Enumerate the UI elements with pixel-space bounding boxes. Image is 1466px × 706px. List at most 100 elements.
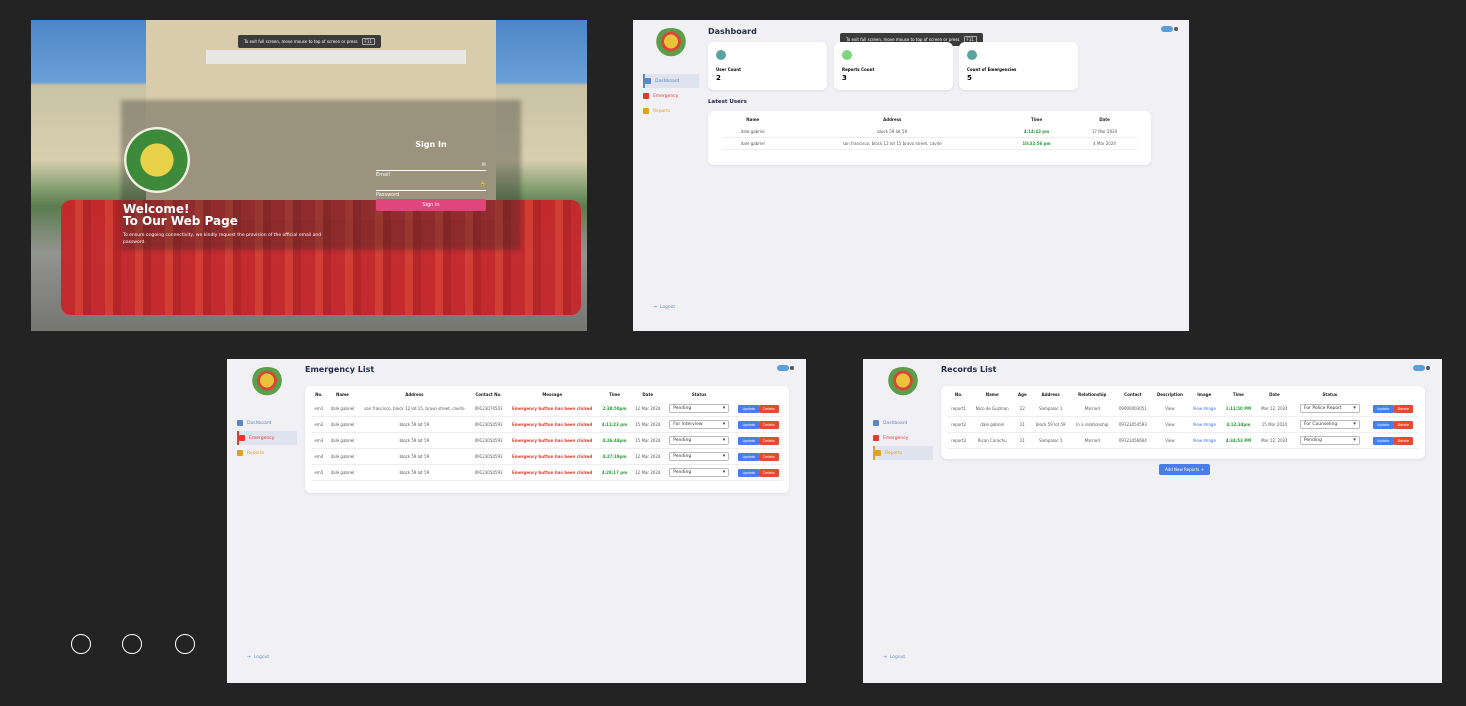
page-title: Emergency List bbox=[305, 365, 375, 374]
sidebar-item-reports[interactable]: Reports bbox=[643, 104, 670, 118]
column-header: Address bbox=[883, 117, 902, 122]
alarm-icon bbox=[643, 93, 649, 99]
delete-button[interactable]: Delete bbox=[759, 420, 779, 429]
column-header: Status bbox=[1322, 392, 1338, 397]
theme-toggle[interactable] bbox=[777, 365, 794, 371]
update-button[interactable]: Update bbox=[738, 420, 760, 429]
records-panel: Dashboard Emergency Reports ⇥ Logout Rec… bbox=[863, 359, 1442, 683]
stat-label: Count of Emergencies bbox=[967, 67, 1017, 72]
status-select[interactable]: Pending bbox=[669, 452, 730, 461]
update-button[interactable]: Update bbox=[1372, 420, 1394, 429]
alarm-icon bbox=[239, 435, 245, 441]
sidebar-item-dashboard[interactable]: Dashboard bbox=[873, 416, 907, 430]
sidebar-item-dashboard[interactable]: Dashboard bbox=[237, 416, 271, 430]
column-header: Contact bbox=[1124, 392, 1142, 397]
delete-button[interactable]: Delete bbox=[759, 452, 779, 461]
carousel-dot[interactable] bbox=[71, 634, 91, 654]
logout-label: Logout bbox=[659, 305, 676, 310]
update-button[interactable]: Update bbox=[1372, 404, 1394, 413]
logout-link[interactable]: ⇥ Logout bbox=[247, 655, 269, 660]
latest-users-title: Latest Users bbox=[708, 99, 747, 105]
stat-card-emergencies: Count of Emergencies 5 bbox=[959, 42, 1078, 90]
theme-toggle[interactable] bbox=[1413, 365, 1430, 371]
password-field[interactable]: Password 🔒 bbox=[376, 181, 486, 198]
sidebar-item-emergency[interactable]: Emergency bbox=[873, 431, 908, 445]
lock-icon: 🔒 bbox=[479, 181, 486, 187]
column-header: Address bbox=[1041, 392, 1060, 397]
view-description-link[interactable]: View bbox=[1151, 401, 1188, 417]
sidebar-item-emergency[interactable]: Emergency bbox=[643, 89, 678, 103]
column-header: Time bbox=[609, 392, 620, 397]
status-select[interactable]: For interview bbox=[669, 420, 730, 429]
column-header: Name bbox=[746, 117, 760, 122]
sidebar-item-label: Emergency bbox=[883, 435, 909, 441]
update-button[interactable]: Update bbox=[738, 436, 760, 445]
status-select[interactable]: Pending bbox=[1299, 436, 1360, 445]
table-row: em4 dale gabriel block 59 lot 59 0912305… bbox=[311, 448, 783, 465]
sidebar: Dashboard Emergency Reports ⇥ Logout bbox=[227, 359, 302, 683]
emergency-panel: Dashboard Emergency Reports ⇥ Logout Eme… bbox=[227, 359, 806, 683]
update-button[interactable]: Update bbox=[738, 404, 760, 413]
signin-form: Sign In Email ✉ Password 🔒 Sign In bbox=[376, 140, 486, 220]
carousel-dot[interactable] bbox=[122, 634, 142, 654]
delete-button[interactable]: Delete bbox=[1393, 420, 1414, 429]
view-description-link[interactable]: View bbox=[1151, 432, 1188, 449]
stat-value: 2 bbox=[716, 74, 721, 82]
delete-button[interactable]: Delete bbox=[759, 404, 779, 413]
view-image-link[interactable]: View Image bbox=[1187, 432, 1221, 449]
folder-icon bbox=[875, 450, 881, 456]
sidebar: Dashboard Emergency Reports ⇥ Logout bbox=[863, 359, 938, 683]
column-header: Name bbox=[985, 392, 999, 397]
view-description-link[interactable]: View bbox=[1151, 416, 1188, 433]
update-button[interactable]: Update bbox=[738, 452, 760, 461]
column-header: No. bbox=[954, 392, 963, 397]
email-field[interactable]: Email ✉ bbox=[376, 161, 486, 178]
logout-link[interactable]: ⇥ Logout bbox=[883, 655, 905, 660]
login-panel: Welcome! To Our Web Page To ensure ongoi… bbox=[31, 20, 587, 331]
sidebar-item-reports[interactable]: Reports bbox=[873, 446, 933, 460]
column-header: Contact No. bbox=[475, 392, 502, 397]
stat-card-reports: Reports Count 3 bbox=[834, 42, 953, 90]
sidebar-item-label: Emergency bbox=[249, 435, 275, 441]
page-title: Dashboard bbox=[708, 27, 757, 36]
sidebar-item-reports[interactable]: Reports bbox=[237, 446, 264, 460]
status-select[interactable]: Pending bbox=[669, 468, 730, 477]
add-report-button[interactable]: Add New Reports + bbox=[1159, 464, 1210, 475]
status-select[interactable]: For Counseling bbox=[1299, 420, 1360, 429]
grid-icon bbox=[645, 78, 651, 84]
logout-link[interactable]: ⇥ Logout bbox=[653, 305, 675, 310]
theme-toggle[interactable] bbox=[1161, 26, 1178, 32]
column-header: Date bbox=[642, 392, 654, 397]
table-row: em3 dale gabriel block 59 lot 59 0912305… bbox=[311, 432, 783, 449]
sidebar-item-label: Reports bbox=[247, 450, 265, 456]
app-logo bbox=[249, 367, 285, 397]
sidebar-item-dashboard[interactable]: Dashboard bbox=[643, 74, 699, 88]
delete-button[interactable]: Delete bbox=[1393, 436, 1414, 445]
signin-button[interactable]: Sign In bbox=[376, 199, 486, 211]
view-image-link[interactable]: View Image bbox=[1187, 416, 1221, 433]
table-row: report2 dale gabriel 21 block 59 lot 59 … bbox=[947, 416, 1419, 433]
building-roof bbox=[206, 50, 466, 64]
status-select[interactable]: Pending bbox=[669, 404, 730, 413]
column-header: Date bbox=[1269, 392, 1280, 397]
stat-value: 5 bbox=[967, 74, 972, 82]
carousel-dot[interactable] bbox=[175, 634, 195, 654]
stat-label: Reports Count bbox=[842, 67, 875, 72]
status-select[interactable]: For Police Report bbox=[1299, 404, 1360, 413]
table-row: em5 dale gabriel block 59 lot 59 0912305… bbox=[311, 464, 783, 481]
update-button[interactable]: Update bbox=[738, 468, 760, 477]
sidebar: Dashboard Emergency Reports ⇥ Logout bbox=[633, 20, 703, 331]
table-row: report3 Rican Carachu 21 Sampaloc 1 Marr… bbox=[947, 432, 1419, 449]
column-header: Age bbox=[1018, 392, 1027, 397]
column-header: Relationship bbox=[1078, 392, 1107, 397]
sidebar-item-emergency[interactable]: Emergency bbox=[237, 431, 297, 445]
delete-button[interactable]: Delete bbox=[759, 468, 779, 477]
folder-icon bbox=[237, 450, 243, 456]
delete-button[interactable]: Delete bbox=[1393, 404, 1414, 413]
delete-button[interactable]: Delete bbox=[759, 436, 779, 445]
dashboard-panel: Dashboard Emergency Reports ⇥ Logout Das… bbox=[633, 20, 1189, 331]
status-select[interactable]: Pending bbox=[669, 436, 730, 445]
folder-icon bbox=[643, 108, 649, 114]
view-image-link[interactable]: View Image bbox=[1187, 401, 1221, 417]
update-button[interactable]: Update bbox=[1372, 436, 1394, 445]
